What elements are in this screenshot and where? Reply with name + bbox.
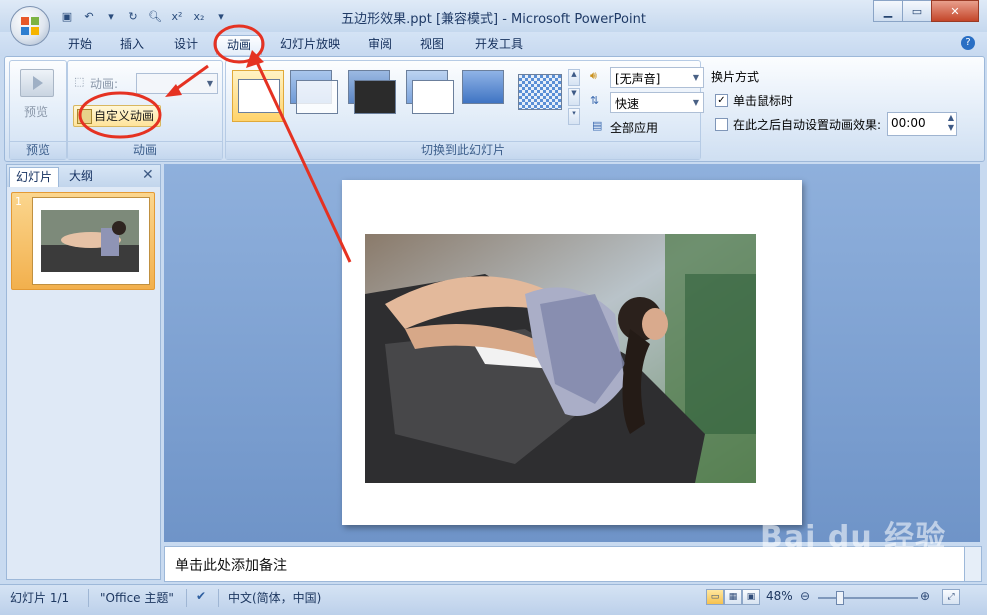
watermark-url: jingyan.baidu.com: [766, 566, 886, 581]
slide-sorter-view-icon[interactable]: ▦: [724, 589, 742, 605]
transition-speed-value: 快速: [615, 97, 640, 111]
transition-fade-smoothly-thumb[interactable]: [290, 70, 338, 116]
slide-editor: [164, 164, 980, 542]
slide-thumbnail-photo: [41, 210, 139, 272]
minimize-button[interactable]: ▁: [873, 0, 903, 22]
transition-group-label: 切换到此幻灯片: [226, 141, 700, 159]
tab-slideshow[interactable]: 幻灯片放映: [272, 35, 348, 54]
ribbon-tab-row: 开始 插入 设计 动画 幻灯片放映 审阅 视图 开发工具 ?: [0, 32, 987, 56]
tab-animations[interactable]: 动画: [216, 35, 262, 55]
tab-home[interactable]: 开始: [58, 35, 102, 54]
custom-animation-icon: [77, 109, 92, 124]
slide-canvas[interactable]: [342, 180, 802, 525]
transition-cut-black-thumb[interactable]: [462, 70, 510, 116]
zoom-out-icon[interactable]: ⊖: [800, 589, 810, 603]
spinner-arrows-icon[interactable]: ▲ ▼: [948, 113, 954, 133]
animation-group: ⬚ 动画: ▼ 自定义动画 动画: [67, 60, 223, 160]
auto-after-time-spinner[interactable]: 00:00 ▲ ▼: [887, 112, 957, 136]
zoom-slider-thumb[interactable]: [836, 591, 844, 605]
slide-thumbnail[interactable]: 1: [11, 192, 155, 290]
help-icon[interactable]: ?: [961, 36, 975, 50]
close-pane-icon[interactable]: ✕: [142, 167, 156, 183]
preview-button-label[interactable]: 预览: [24, 103, 48, 120]
transition-sound-combo[interactable]: [无声音] ▼: [610, 67, 704, 88]
tab-developer[interactable]: 开发工具: [464, 35, 534, 54]
gallery-more-icon[interactable]: ▾: [568, 107, 580, 125]
tab-design[interactable]: 设计: [164, 35, 208, 54]
zoom-level[interactable]: 48%: [766, 589, 793, 603]
tab-slides[interactable]: 幻灯片: [9, 167, 60, 187]
tab-outline[interactable]: 大纲: [63, 167, 99, 186]
normal-view-icon[interactable]: ▭: [706, 589, 724, 605]
maximize-button[interactable]: ▭: [902, 0, 932, 22]
slide-thumbnail-content: [32, 197, 150, 285]
slide-counter: 幻灯片 1/1: [10, 591, 70, 605]
status-bar: 幻灯片 1/1 "Office 主题" ✔ 中文(简体，中国) ▭ ▦ ▣ 48…: [0, 584, 987, 615]
zoom-slider-track[interactable]: [818, 597, 918, 599]
custom-animation-label: 自定义动画: [94, 109, 155, 123]
slideshow-view-icon[interactable]: ▣: [742, 589, 760, 605]
title-bar: ▣ ↶ ▾ ↻ 🔍︎ x² x₂ ▾ 五边形效果.ppt [兼容模式] - Mi…: [0, 0, 987, 33]
theme-name: "Office 主题": [100, 591, 174, 605]
preview-icon[interactable]: [20, 69, 54, 97]
fit-to-window-icon[interactable]: ⤢: [942, 589, 960, 605]
slide-photo[interactable]: [365, 234, 756, 483]
auto-after-time-value: 00:00: [891, 116, 926, 130]
office-logo-icon: [21, 17, 39, 35]
transition-cut-thumb[interactable]: [406, 70, 454, 116]
notes-scrollbar[interactable]: [964, 546, 982, 582]
transition-speed-combo[interactable]: 快速 ▼: [610, 92, 704, 113]
auto-after-checkbox[interactable]: [715, 118, 728, 131]
preview-group-label: 预览: [10, 141, 66, 159]
preview-group: 预览 预览: [9, 60, 67, 160]
ribbon: 预览 预览 ⬚ 动画: ▼ 自定义动画 动画 ▲ ▼ ▾ 🔊︎ [无声音] ▼ …: [4, 56, 985, 162]
animate-label: 动画:: [90, 77, 119, 91]
scroll-up-icon[interactable]: ▲: [568, 69, 580, 87]
animate-combo[interactable]: ▼: [136, 73, 218, 94]
tab-review[interactable]: 审阅: [358, 35, 402, 54]
transition-none-thumb[interactable]: [232, 70, 284, 122]
slides-pane: 幻灯片 大纲 ✕ 1: [6, 164, 161, 580]
window-controls: ▁ ▭ ✕: [873, 0, 979, 22]
sound-icon: 🔊︎: [590, 69, 597, 82]
watermark-logo: Bai du 经验: [760, 520, 947, 555]
apply-all-icon: ▤: [592, 119, 603, 132]
transition-sound-value: [无声音]: [615, 72, 661, 86]
language-indicator[interactable]: 中文(简体，中国): [228, 589, 321, 606]
zoom-in-icon[interactable]: ⊕: [920, 589, 930, 603]
auto-after-label: 在此之后自动设置动画效果:: [733, 118, 882, 132]
close-button[interactable]: ✕: [931, 0, 979, 22]
transition-group: ▲ ▼ ▾ 🔊︎ [无声音] ▼ ⇅ 快速 ▼ ▤ 全部应用 切换到此幻灯片: [225, 60, 704, 160]
slides-pane-tabs: 幻灯片 大纲 ✕: [7, 165, 160, 187]
animate-dotted-icon: ⬚: [74, 75, 85, 88]
scroll-down-icon[interactable]: ▼: [568, 88, 580, 106]
on-click-checkbox[interactable]: ✓: [715, 94, 728, 107]
office-button[interactable]: [10, 6, 50, 46]
speed-icon: ⇅: [590, 94, 600, 107]
animation-group-label: 动画: [68, 141, 222, 159]
tab-view[interactable]: 视图: [410, 35, 454, 54]
transition-dissolve-thumb[interactable]: [518, 70, 564, 116]
window-title: 五边形效果.ppt [兼容模式] - Microsoft PowerPoint: [341, 12, 646, 27]
notes-placeholder: 单击此处添加备注: [175, 558, 287, 574]
transition-gallery-scroll[interactable]: ▲ ▼ ▾: [568, 69, 580, 125]
tab-insert[interactable]: 插入: [110, 35, 154, 54]
transition-fade-black-thumb[interactable]: [348, 70, 396, 116]
on-click-label: 单击鼠标时: [733, 94, 794, 108]
spell-check-icon[interactable]: ✔: [196, 589, 206, 603]
slide-number: 1: [15, 195, 22, 208]
advance-slide-title: 换片方式: [711, 70, 760, 84]
apply-to-all-button[interactable]: 全部应用: [610, 119, 658, 136]
custom-animation-button[interactable]: 自定义动画: [73, 105, 162, 127]
